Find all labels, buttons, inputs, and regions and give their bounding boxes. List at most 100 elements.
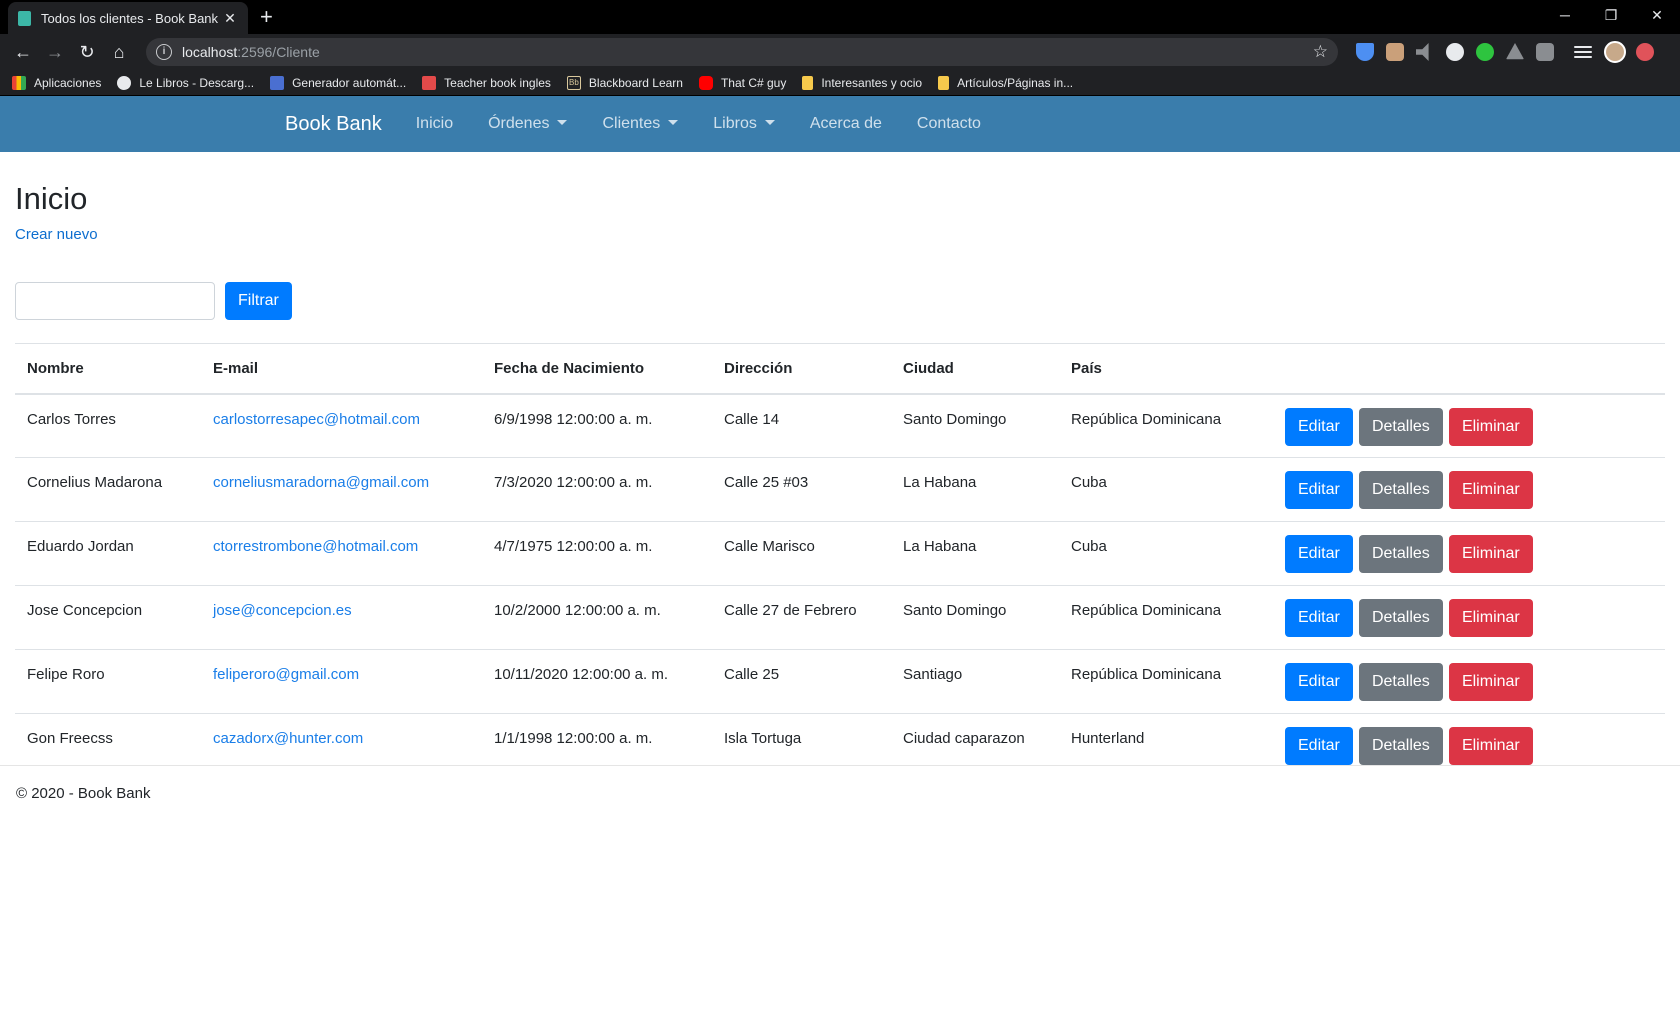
filter-button[interactable]: Filtrar	[225, 282, 292, 321]
profile-avatar[interactable]	[1604, 41, 1626, 63]
email-link[interactable]: cazadorx@hunter.com	[213, 730, 363, 747]
edit-button[interactable]: Editar	[1285, 535, 1353, 574]
cell-ciudad: Santo Domingo	[891, 393, 1059, 459]
delete-button[interactable]: Eliminar	[1448, 727, 1533, 766]
bookmarks-bar: Aplicaciones Le Libros - Descarg... Gene…	[0, 70, 1680, 96]
details-button[interactable]: Detalles	[1358, 663, 1443, 702]
bookmark-csharp-guy[interactable]: That C# guy	[698, 75, 786, 90]
media-queue-icon[interactable]	[1574, 51, 1592, 53]
bookmark-star-icon[interactable]: ☆	[1313, 42, 1328, 62]
puzzle-extension-icon[interactable]	[1536, 43, 1554, 61]
bookmark-generador[interactable]: Generador automát...	[270, 75, 406, 90]
chat-extension-icon[interactable]	[1446, 43, 1464, 61]
diamond-extension-icon[interactable]	[1356, 43, 1374, 61]
navbar-brand[interactable]: Book Bank	[285, 113, 382, 136]
table-row: Jose Concepcion jose@concepcion.es 10/2/20…	[15, 585, 1665, 651]
edit-button[interactable]: Editar	[1285, 599, 1353, 638]
edit-button[interactable]: Editar	[1285, 727, 1353, 766]
main-content: Inicio Crear nuevo Filtrar Nombre E-mail…	[0, 180, 1680, 778]
site-navbar: Book Bank Inicio Órdenes Clientes Libros…	[0, 96, 1680, 152]
delete-button[interactable]: Eliminar	[1448, 471, 1533, 510]
face-extension-icon[interactable]	[1386, 43, 1404, 61]
email-link[interactable]: ctorrestrombone@hotmail.com	[213, 538, 418, 555]
green-extension-icon[interactable]	[1476, 43, 1494, 61]
address-bar[interactable]: i localhost :2596/Cliente ☆	[146, 38, 1338, 66]
site-info-icon[interactable]: i	[156, 44, 172, 60]
bookmark-teacher-book[interactable]: Teacher book ingles	[422, 75, 551, 90]
cell-direccion: Calle Marisco	[712, 521, 891, 587]
footer-copyright: © 2020 - Book Bank	[16, 785, 151, 802]
cell-pais: República Dominicana	[1059, 393, 1273, 459]
bookmark-blackboard[interactable]: Bb Blackboard Learn	[566, 75, 683, 90]
bookmark-folder-interesantes[interactable]: Interesantes y ocio	[802, 75, 922, 90]
nav-contacto[interactable]: Contacto	[917, 115, 981, 133]
delete-button[interactable]: Eliminar	[1448, 663, 1533, 702]
column-header: Fecha de Nacimiento	[482, 343, 712, 395]
update-badge-icon[interactable]	[1636, 43, 1654, 61]
drive-extension-icon[interactable]	[1506, 43, 1524, 60]
email-link[interactable]: corneliusmaradorna@gmail.com	[213, 474, 429, 491]
column-header: País	[1059, 343, 1273, 395]
column-header: Ciudad	[891, 343, 1059, 395]
edit-button[interactable]: Editar	[1285, 663, 1353, 702]
restore-icon[interactable]: ❐	[1588, 0, 1634, 32]
web-page: Book Bank Inicio Órdenes Clientes Libros…	[0, 96, 1680, 1010]
cell-fecha: 10/2/2000 12:00:00 a. m.	[482, 585, 712, 651]
table-row: Eduardo Jordan ctorrestrombone@hotmail.co…	[15, 521, 1665, 587]
window-controls: ─ ❐ ✕	[1542, 0, 1680, 32]
bookmark-le-libros[interactable]: Le Libros - Descarg...	[117, 75, 254, 90]
close-window-icon[interactable]: ✕	[1634, 0, 1680, 32]
minimize-icon[interactable]: ─	[1542, 0, 1588, 32]
new-tab-button[interactable]: +	[260, 2, 273, 34]
details-button[interactable]: Detalles	[1358, 471, 1443, 510]
cell-email: carlostorresapec@hotmail.com	[201, 393, 482, 459]
delete-button[interactable]: Eliminar	[1448, 407, 1533, 446]
bookmark-label: Teacher book ingles	[444, 75, 551, 90]
close-tab-icon[interactable]: ✕	[222, 10, 238, 27]
cell-direccion: Calle 27 de Febrero	[712, 585, 891, 651]
details-button[interactable]: Detalles	[1358, 599, 1443, 638]
delete-button[interactable]: Eliminar	[1448, 535, 1533, 574]
filter-input[interactable]	[15, 282, 215, 321]
cell-direccion: Calle 14	[712, 393, 891, 459]
nav-acerca-de[interactable]: Acerca de	[810, 115, 882, 133]
cell-actions: Editar Detalles Eliminar	[1273, 649, 1665, 715]
email-link[interactable]: jose@concepcion.es	[213, 602, 352, 619]
extensions-area	[1350, 41, 1654, 63]
nav-ordenes-dropdown[interactable]: Órdenes	[488, 115, 567, 133]
forward-icon[interactable]: →	[40, 37, 70, 67]
youtube-icon	[698, 75, 713, 90]
cell-ciudad: La Habana	[891, 457, 1059, 523]
column-header: Nombre	[15, 343, 201, 395]
reload-icon[interactable]: ↻	[72, 37, 102, 67]
delete-button[interactable]: Eliminar	[1448, 599, 1533, 638]
cell-fecha: 6/9/1998 12:00:00 a. m.	[482, 393, 712, 459]
bookmark-folder-articulos[interactable]: Artículos/Páginas in...	[938, 75, 1073, 90]
details-button[interactable]: Detalles	[1358, 407, 1443, 446]
table-row: Carlos Torres carlostorresapec@hotmail.co…	[15, 393, 1665, 459]
details-button[interactable]: Detalles	[1358, 727, 1443, 766]
volume-extension-icon[interactable]	[1416, 43, 1429, 61]
column-header: E-mail	[201, 343, 482, 395]
bookmark-label: Blackboard Learn	[588, 75, 683, 90]
browser-tab[interactable]: Todos los clientes - Book Bank ✕	[8, 2, 248, 34]
nav-inicio[interactable]: Inicio	[416, 115, 453, 133]
back-icon[interactable]: ←	[8, 37, 38, 67]
actions-column-header	[1273, 343, 1665, 395]
cell-email: jose@concepcion.es	[201, 585, 482, 651]
edit-button[interactable]: Editar	[1285, 407, 1353, 446]
cell-email: ctorrestrombone@hotmail.com	[201, 521, 482, 587]
email-link[interactable]: carlostorresapec@hotmail.com	[213, 411, 420, 428]
email-link[interactable]: feliperoro@gmail.com	[213, 666, 359, 683]
cell-email: corneliusmaradorna@gmail.com	[201, 457, 482, 523]
bookmark-apps[interactable]: Aplicaciones	[12, 75, 101, 90]
nav-libros-dropdown[interactable]: Libros	[713, 115, 775, 133]
table-row: Felipe Roro feliperoro@gmail.com 10/11/202…	[15, 649, 1665, 715]
create-new-link[interactable]: Crear nuevo	[15, 226, 98, 243]
details-button[interactable]: Detalles	[1358, 535, 1443, 574]
cell-email: feliperoro@gmail.com	[201, 649, 482, 715]
globe-icon	[117, 75, 132, 90]
home-icon[interactable]: ⌂	[104, 37, 134, 67]
nav-clientes-dropdown[interactable]: Clientes	[602, 115, 678, 133]
edit-button[interactable]: Editar	[1285, 471, 1353, 510]
